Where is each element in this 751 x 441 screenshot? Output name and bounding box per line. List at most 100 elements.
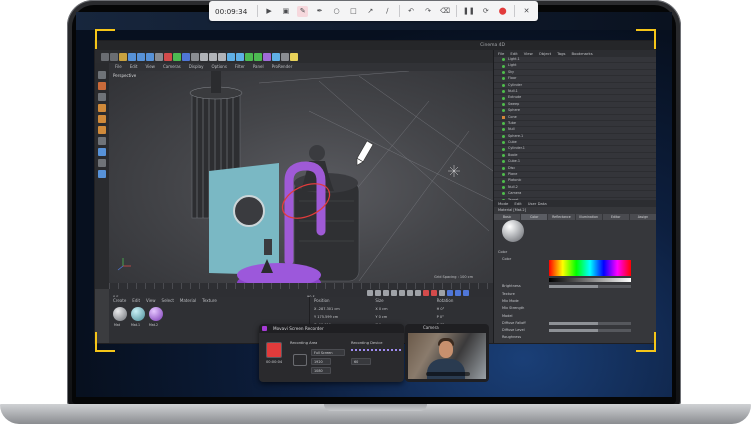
fps-field[interactable]: 60: [351, 358, 371, 365]
tab-illumination[interactable]: Illumination: [575, 214, 602, 220]
material-menu-item[interactable]: View: [146, 297, 156, 304]
scale-icon[interactable]: [137, 52, 145, 61]
material-swatch[interactable]: [131, 307, 145, 321]
tab-assign[interactable]: Assign: [629, 214, 657, 220]
snap-icon[interactable]: [98, 148, 106, 156]
polygons-mode-icon[interactable]: [98, 126, 106, 134]
material-menu-item[interactable]: Edit: [132, 297, 140, 304]
pen-icon[interactable]: ✎: [297, 5, 309, 17]
tab-basic[interactable]: Basic: [494, 214, 521, 220]
workplane-icon[interactable]: [98, 93, 106, 101]
coord-field[interactable]: P 0°: [433, 314, 494, 321]
clear-icon[interactable]: ⌫: [439, 6, 450, 17]
render-picture-icon[interactable]: [209, 52, 217, 61]
om-menu-item[interactable]: File: [498, 50, 504, 57]
tab-editor[interactable]: Editor: [602, 214, 629, 220]
diffuse-falloff-slider[interactable]: [549, 322, 631, 325]
material-menu-item[interactable]: Material: [180, 297, 196, 304]
solo-icon[interactable]: [98, 170, 106, 178]
coord-field[interactable]: Y 175.599 cm: [310, 314, 371, 321]
render-view-icon[interactable]: [200, 52, 208, 61]
om-menu-item[interactable]: View: [524, 50, 533, 57]
viewport-menu-item[interactable]: File: [115, 63, 122, 71]
axis-mode-icon[interactable]: [98, 137, 106, 145]
coordinate-system-icon[interactable]: [191, 52, 199, 61]
circle-icon[interactable]: ○: [331, 6, 342, 17]
lock-workplane-icon[interactable]: [98, 159, 106, 167]
om-menu-item[interactable]: Edit: [510, 50, 517, 57]
material-menu-item[interactable]: Texture: [202, 297, 217, 304]
points-mode-icon[interactable]: [98, 104, 106, 112]
record-key-icon[interactable]: [423, 290, 429, 296]
height-field[interactable]: 1080: [311, 367, 331, 374]
color-spectrum[interactable]: [549, 260, 631, 276]
material-swatch[interactable]: [113, 307, 127, 321]
rotation-key-icon[interactable]: [463, 290, 469, 296]
viewport-menu-item[interactable]: Options: [211, 63, 226, 71]
next-frame-icon[interactable]: [399, 290, 405, 296]
capture-corner-top-left[interactable]: [95, 29, 115, 49]
x-axis-icon[interactable]: [164, 52, 172, 61]
next-key-icon[interactable]: [407, 290, 413, 296]
om-menu-item[interactable]: Bookmarks: [572, 50, 593, 57]
viewport-menu-item[interactable]: View: [145, 63, 155, 71]
texture-mode-icon[interactable]: [98, 82, 106, 90]
area-select[interactable]: Full Screen: [311, 349, 345, 356]
brightness-slider[interactable]: [549, 285, 631, 288]
coord-field[interactable]: H 0°: [433, 306, 494, 313]
rotate-icon[interactable]: [146, 52, 154, 61]
model-mode-icon[interactable]: [98, 71, 106, 79]
viewport-menu-item[interactable]: ProRender: [272, 63, 293, 71]
capture-corner-bottom-right[interactable]: [636, 332, 656, 352]
edges-mode-icon[interactable]: [98, 115, 106, 123]
array-icon[interactable]: [254, 52, 262, 61]
live-selection-icon[interactable]: [119, 52, 127, 61]
viewport-menu-item[interactable]: Display: [189, 63, 204, 71]
coord-field[interactable]: X -287.301 cm: [310, 306, 371, 313]
arrow-icon[interactable]: ↗: [365, 6, 376, 17]
position-key-icon[interactable]: [447, 290, 453, 296]
line-icon[interactable]: ∕: [382, 6, 393, 17]
viewport-menu-item[interactable]: Panel: [253, 63, 264, 71]
om-menu-item[interactable]: Object: [539, 50, 551, 57]
pen-spline-icon[interactable]: [236, 52, 244, 61]
diffuse-level-slider[interactable]: [549, 329, 631, 332]
camera-controls[interactable]: [426, 372, 470, 376]
undo-icon[interactable]: ↶: [406, 6, 417, 17]
viewport-menu-item[interactable]: Edit: [130, 63, 138, 71]
close-icon[interactable]: ✕: [521, 6, 532, 17]
material-menu-item[interactable]: Create: [113, 297, 126, 304]
material-menu-item[interactable]: Select: [162, 297, 174, 304]
restart-icon[interactable]: ⟳: [480, 6, 491, 17]
attr-menu-item[interactable]: User Data: [528, 200, 547, 207]
coord-field[interactable]: X 0 cm: [371, 306, 432, 313]
pause-icon[interactable]: ❚❚: [463, 6, 475, 17]
webcam-overlay[interactable]: Camera: [405, 324, 489, 382]
redo-icon[interactable]: [110, 52, 118, 61]
deformer-icon[interactable]: [263, 52, 271, 61]
keyframe-icon[interactable]: [439, 290, 445, 296]
light-icon[interactable]: [290, 52, 298, 61]
width-field[interactable]: 1920: [311, 358, 331, 365]
recent-tools-icon[interactable]: [155, 52, 163, 61]
viewport-menu-item[interactable]: Cameras: [163, 63, 181, 71]
attr-menu-item[interactable]: Edit: [514, 200, 521, 207]
redo-icon[interactable]: ↷: [423, 6, 434, 17]
square-icon[interactable]: □: [348, 6, 359, 17]
capture-corner-top-right[interactable]: [636, 29, 656, 49]
undo-icon[interactable]: [101, 52, 109, 61]
y-axis-icon[interactable]: [173, 52, 181, 61]
prev-frame-icon[interactable]: [383, 290, 389, 296]
move-icon[interactable]: [128, 52, 136, 61]
tab-color[interactable]: Color: [521, 214, 548, 220]
timeline[interactable]: 0 F 90 F: [109, 283, 493, 299]
pencil-icon[interactable]: ✒: [314, 6, 325, 17]
3d-viewport[interactable]: Perspective Grid Spacing: 100 cm: [109, 71, 493, 283]
tab-reflectance[interactable]: Reflectance: [548, 214, 575, 220]
viewport-menu-item[interactable]: Filter: [235, 63, 245, 71]
camera-icon[interactable]: [281, 52, 289, 61]
cursor-icon[interactable]: ▶: [264, 6, 275, 17]
record-button[interactable]: [266, 342, 282, 358]
brightness-spectrum[interactable]: [549, 278, 631, 282]
om-menu-item[interactable]: Tags: [557, 50, 565, 57]
